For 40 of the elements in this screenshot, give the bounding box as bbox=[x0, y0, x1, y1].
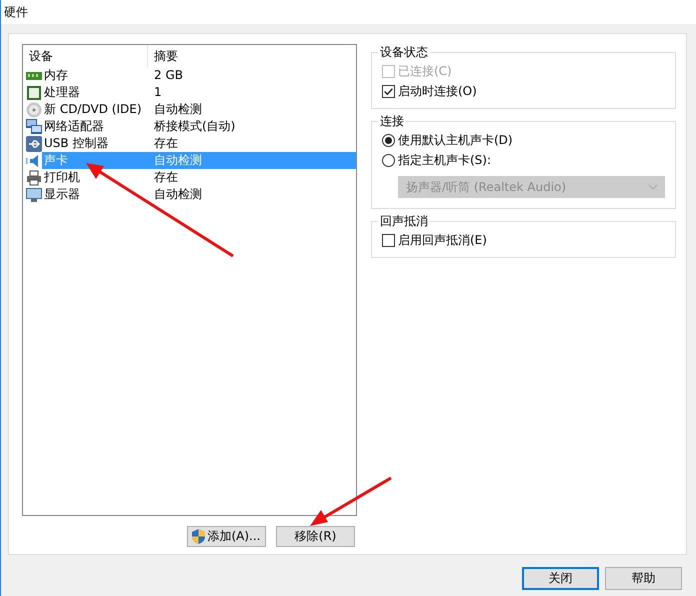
device-name[interactable]: 内存 bbox=[42, 67, 149, 84]
close-button[interactable]: 关闭 bbox=[522, 567, 599, 590]
device-summary: 1 bbox=[153, 84, 163, 101]
device-summary: 自动检测 bbox=[153, 101, 203, 118]
group-title: 回声抵消 bbox=[379, 213, 429, 230]
device-summary: 存在 bbox=[153, 169, 179, 186]
device-summary: 自动检测 bbox=[149, 152, 356, 169]
device-name[interactable]: 显示器 bbox=[42, 186, 149, 203]
device-summary: 桥接模式(自动) bbox=[153, 118, 236, 135]
group-title: 连接 bbox=[379, 113, 405, 130]
checkbox-option[interactable]: 启动时连接(O) bbox=[382, 83, 665, 100]
device-name[interactable]: 新 CD/DVD (IDE) bbox=[42, 101, 149, 118]
device-name[interactable]: 打印机 bbox=[42, 169, 149, 186]
network-icon bbox=[26, 118, 42, 134]
column-header[interactable]: 设备 bbox=[23, 45, 148, 67]
chevron-down-icon bbox=[648, 184, 658, 190]
column-header[interactable]: 摘要 bbox=[148, 48, 356, 64]
checkbox[interactable] bbox=[382, 85, 395, 98]
device-name[interactable]: USB 控制器 bbox=[42, 135, 149, 152]
device-name[interactable]: 网络适配器 bbox=[42, 118, 149, 135]
disc-icon bbox=[26, 102, 42, 118]
checkbox[interactable] bbox=[382, 234, 395, 247]
add-button[interactable]: 添加(A)... bbox=[187, 526, 266, 547]
checkbox-option[interactable]: 启用回声抵消(E) bbox=[382, 232, 665, 249]
radio-button[interactable] bbox=[382, 134, 395, 147]
help-button[interactable]: 帮助 bbox=[605, 567, 682, 590]
radio-option[interactable]: 指定主机声卡(S): bbox=[382, 152, 665, 169]
radio-button[interactable] bbox=[382, 154, 395, 167]
usb-icon bbox=[26, 136, 42, 152]
device-summary: 自动检测 bbox=[153, 186, 203, 203]
device-summary: 存在 bbox=[153, 135, 179, 152]
device-summary: 2 GB bbox=[153, 67, 184, 84]
window-title: 硬件 bbox=[4, 4, 28, 20]
group-title: 设备状态 bbox=[379, 44, 429, 61]
radio-option[interactable]: 使用默认主机声卡(D) bbox=[382, 132, 665, 149]
device-name[interactable]: 处理器 bbox=[42, 84, 149, 101]
monitor-icon bbox=[26, 186, 42, 202]
printer-icon bbox=[26, 170, 42, 186]
processor-icon bbox=[26, 84, 42, 100]
remove-button[interactable]: 移除(R) bbox=[276, 526, 355, 547]
